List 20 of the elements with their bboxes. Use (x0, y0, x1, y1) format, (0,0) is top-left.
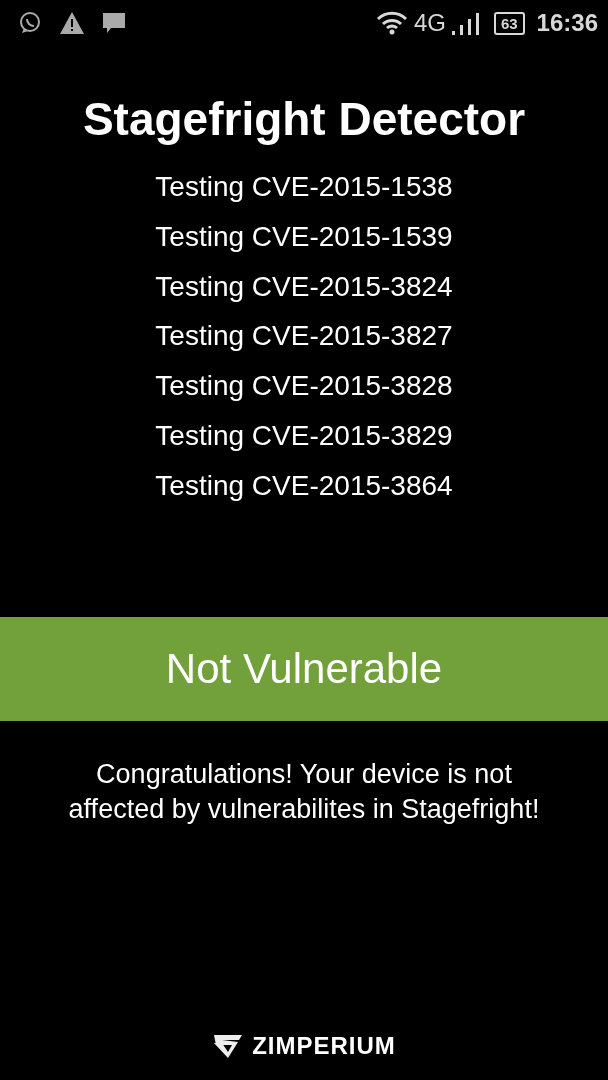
app-title: Stagefright Detector (81, 92, 527, 146)
whatsapp-icon (18, 11, 42, 35)
logo-icon (212, 1033, 245, 1059)
battery-level: 63 (493, 11, 525, 35)
wifi-icon (375, 11, 408, 35)
warning-icon (60, 12, 84, 34)
result-message: Congratulations! Your device is not affected by vulnerabilites in Stagefright! (67, 757, 541, 826)
test-line: Testing CVE-2015-3829 (155, 419, 453, 453)
test-line: Testing CVE-2015-1539 (155, 219, 453, 254)
clock: 16:36 (536, 9, 598, 37)
test-line: Testing CVE-2015-1538 (155, 170, 453, 204)
signal-icon (451, 11, 480, 35)
brand-name: ZIMPERIUM (252, 1032, 396, 1060)
test-line: Testing CVE-2015-3824 (155, 269, 453, 304)
network-type: 4G (413, 9, 446, 37)
result-banner: Not Vulnerable (0, 616, 608, 721)
test-line: Testing CVE-2015-3828 (155, 369, 453, 404)
test-line: Testing CVE-2015-3827 (155, 319, 453, 354)
test-line: Testing CVE-2015-3864 (155, 468, 453, 503)
chat-icon (102, 11, 126, 35)
